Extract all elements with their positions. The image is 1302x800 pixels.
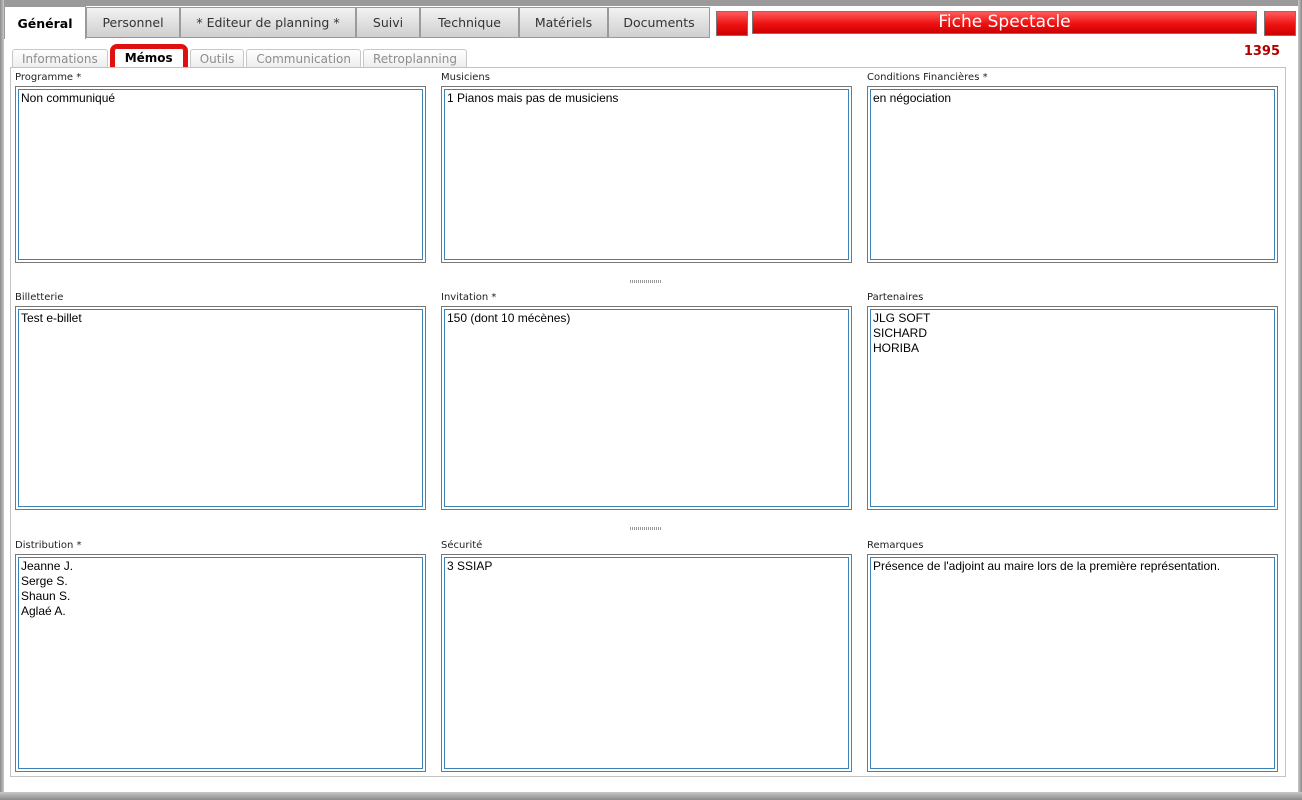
tab-technique[interactable]: Technique [420, 7, 519, 38]
tab-general[interactable]: Général [4, 6, 86, 39]
window-frame-left [0, 0, 4, 800]
tab-personnel[interactable]: Personnel [86, 7, 180, 38]
label-conditions: Conditions Financières * [867, 72, 988, 83]
label-programme: Programme * [15, 72, 82, 83]
conditions-field[interactable]: en négociation [870, 89, 1275, 260]
tab-documents[interactable]: Documents [608, 7, 710, 38]
securite-field[interactable]: 3 SSIAP [444, 557, 849, 769]
subtab-communication[interactable]: Communication [246, 49, 361, 68]
page-title: Fiche Spectacle [752, 11, 1257, 34]
subtab-informations[interactable]: Informations [12, 49, 108, 68]
memo-conditions: en négociation [867, 86, 1278, 263]
row-splitter-handle-2[interactable] [630, 527, 662, 530]
memo-distribution: Jeanne J. Serge S. Shaun S. Aglaé A. [15, 554, 426, 772]
window-frame-bottom [0, 792, 1302, 800]
invitation-field[interactable]: 150 (dont 10 mécènes) [444, 309, 849, 507]
label-remarques: Remarques [867, 540, 924, 551]
header-accent-left [716, 11, 748, 36]
musiciens-field[interactable]: 1 Pianos mais pas de musiciens [444, 89, 849, 260]
tab-editeur-planning[interactable]: * Editeur de planning * [180, 7, 356, 38]
partenaires-field[interactable]: JLG SOFT SICHARD HORIBA [870, 309, 1275, 507]
label-invitation: Invitation * [441, 292, 497, 303]
memo-programme: Non communiqué [15, 86, 426, 263]
remarques-field[interactable]: Présence de l'adjoint au maire lors de l… [870, 557, 1275, 769]
memo-partenaires: JLG SOFT SICHARD HORIBA [867, 306, 1278, 510]
subtab-outils[interactable]: Outils [189, 49, 245, 68]
memo-securite: 3 SSIAP [441, 554, 852, 772]
window-frame-right [1298, 0, 1302, 800]
subtab-retroplanning[interactable]: Retroplanning [362, 49, 467, 68]
label-securite: Sécurité [441, 540, 483, 551]
label-musiciens: Musiciens [441, 72, 490, 83]
tab-materiels[interactable]: Matériels [519, 7, 608, 38]
sub-tab-bar: Informations Mémos Outils Communication … [12, 44, 469, 72]
memo-musiciens: 1 Pianos mais pas de musiciens [441, 86, 852, 263]
distribution-field[interactable]: Jeanne J. Serge S. Shaun S. Aglaé A. [18, 557, 423, 769]
row-splitter-handle[interactable] [630, 280, 662, 283]
label-distribution: Distribution * [15, 540, 82, 551]
record-id: 1395 [1243, 44, 1280, 59]
memo-remarques: Présence de l'adjoint au maire lors de l… [867, 554, 1278, 772]
billetterie-field[interactable]: Test e-billet [18, 309, 423, 507]
memo-invitation: 150 (dont 10 mécènes) [441, 306, 852, 510]
label-billetterie: Billetterie [15, 292, 64, 303]
tab-suivi[interactable]: Suivi [356, 7, 420, 38]
programme-field[interactable]: Non communiqué [18, 89, 423, 260]
memo-billetterie: Test e-billet [15, 306, 426, 510]
header-accent-right [1264, 11, 1296, 36]
label-partenaires: Partenaires [867, 292, 924, 303]
main-tab-bar: Général Personnel * Editeur de planning … [4, 6, 710, 39]
subtab-memos[interactable]: Mémos [109, 44, 188, 72]
